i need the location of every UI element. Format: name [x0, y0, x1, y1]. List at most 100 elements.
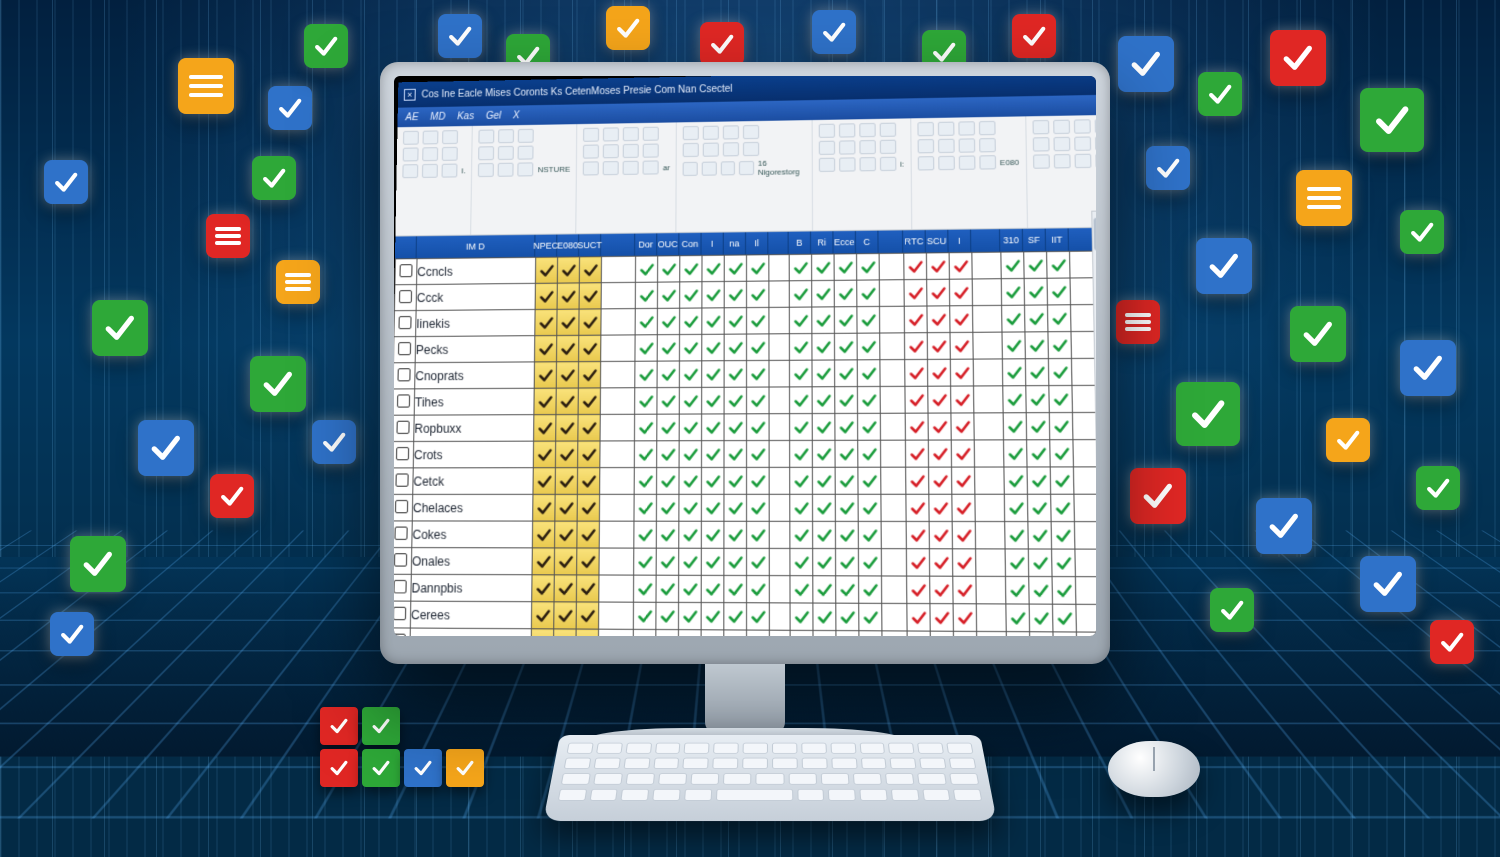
- ribbon-button[interactable]: [403, 147, 419, 161]
- check-cell[interactable]: [928, 386, 951, 413]
- check-cell[interactable]: [1002, 359, 1025, 386]
- ribbon-button[interactable]: [917, 122, 934, 136]
- ribbon-button[interactable]: [518, 129, 534, 143]
- check-cell[interactable]: [634, 468, 657, 495]
- check-cell[interactable]: [556, 388, 578, 415]
- row-name[interactable]: Ccncls: [417, 257, 536, 284]
- check-cell[interactable]: [858, 467, 881, 494]
- check-cell[interactable]: [1027, 467, 1051, 494]
- check-cell[interactable]: [950, 359, 973, 386]
- check-cell[interactable]: [857, 360, 880, 387]
- check-cell[interactable]: [906, 494, 929, 521]
- ribbon-button[interactable]: [879, 123, 895, 137]
- check-cell[interactable]: [835, 387, 858, 414]
- check-cell[interactable]: [1048, 332, 1072, 359]
- check-cell[interactable]: [1048, 358, 1072, 385]
- check-cell[interactable]: [579, 283, 601, 309]
- row-name[interactable]: Crocks: [410, 628, 532, 636]
- check-cell[interactable]: [812, 280, 835, 307]
- column-header[interactable]: IM D: [417, 235, 536, 258]
- check-cell[interactable]: [859, 576, 882, 603]
- check-cell[interactable]: [1053, 632, 1077, 636]
- check-cell[interactable]: [555, 468, 577, 495]
- check-cell[interactable]: [724, 467, 747, 494]
- ribbon-button[interactable]: [498, 163, 514, 177]
- check-cell[interactable]: [702, 361, 724, 388]
- check-cell[interactable]: [857, 253, 880, 280]
- scrollbar-thumb[interactable]: [1093, 218, 1096, 251]
- check-cell[interactable]: [747, 307, 769, 334]
- check-cell[interactable]: [952, 549, 975, 576]
- ribbon-button[interactable]: [403, 131, 419, 145]
- check-cell[interactable]: [1047, 278, 1070, 305]
- row-name[interactable]: Ropbuxx: [414, 415, 534, 442]
- check-cell[interactable]: [812, 387, 835, 414]
- check-cell[interactable]: [576, 629, 599, 636]
- check-cell[interactable]: [1047, 251, 1070, 278]
- check-cell[interactable]: [1052, 577, 1076, 605]
- check-cell[interactable]: [578, 414, 600, 441]
- check-cell[interactable]: [907, 631, 930, 636]
- check-cell[interactable]: [701, 630, 724, 636]
- table-row[interactable]: Tihes: [394, 385, 1096, 415]
- ribbon-group[interactable]: i:: [812, 118, 912, 230]
- check-cell[interactable]: [1002, 332, 1025, 359]
- ribbon-button[interactable]: [479, 129, 495, 143]
- ribbon-button[interactable]: [423, 130, 439, 144]
- ribbon-button[interactable]: [498, 146, 514, 160]
- check-cell[interactable]: [702, 441, 725, 468]
- check-cell[interactable]: [930, 631, 953, 636]
- column-header[interactable]: NPEC: [535, 235, 557, 257]
- check-cell[interactable]: [556, 414, 578, 441]
- check-cell[interactable]: [834, 280, 857, 307]
- check-cell[interactable]: [1004, 440, 1028, 467]
- check-cell[interactable]: [1052, 604, 1076, 632]
- ribbon-button[interactable]: [1094, 136, 1096, 150]
- row-checkbox[interactable]: [395, 259, 417, 285]
- check-cell[interactable]: [904, 253, 927, 280]
- ribbon-button[interactable]: [859, 157, 875, 171]
- spreadsheet-grid[interactable]: CcnclsCcckIinekisPecksCnopratsTihesRopbu…: [394, 250, 1096, 636]
- ribbon-button[interactable]: [683, 143, 699, 157]
- check-cell[interactable]: [635, 361, 657, 388]
- row-name[interactable]: Onales: [411, 548, 532, 575]
- ribbon-button[interactable]: [422, 147, 438, 161]
- check-cell[interactable]: [724, 308, 746, 335]
- check-cell[interactable]: [747, 548, 770, 575]
- ribbon-button[interactable]: [720, 161, 735, 175]
- check-cell[interactable]: [747, 281, 769, 308]
- check-cell[interactable]: [724, 548, 747, 575]
- row-name[interactable]: Pecks: [415, 336, 535, 363]
- ribbon-button[interactable]: [583, 145, 599, 159]
- ribbon-button[interactable]: [839, 157, 855, 171]
- row-checkbox[interactable]: [394, 337, 416, 363]
- check-cell[interactable]: [790, 440, 813, 467]
- check-cell[interactable]: [812, 333, 835, 360]
- check-cell[interactable]: [576, 575, 599, 602]
- check-cell[interactable]: [905, 359, 928, 386]
- check-cell[interactable]: [1024, 252, 1047, 279]
- check-cell[interactable]: [555, 521, 578, 548]
- check-cell[interactable]: [747, 603, 770, 630]
- row-name[interactable]: Cetck: [413, 468, 534, 495]
- check-cell[interactable]: [1051, 522, 1075, 549]
- check-cell[interactable]: [657, 282, 679, 308]
- check-cell[interactable]: [557, 309, 579, 335]
- check-cell[interactable]: [635, 282, 657, 308]
- check-cell[interactable]: [835, 467, 858, 494]
- check-cell[interactable]: [812, 440, 835, 467]
- ribbon-button[interactable]: [958, 138, 975, 152]
- row-name[interactable]: Cokes: [412, 521, 533, 548]
- check-cell[interactable]: [1027, 494, 1051, 521]
- check-cell[interactable]: [905, 386, 928, 413]
- ribbon-button[interactable]: [442, 147, 458, 161]
- check-cell[interactable]: [790, 467, 813, 494]
- check-cell[interactable]: [554, 575, 577, 602]
- ribbon-button[interactable]: [643, 144, 659, 158]
- check-cell[interactable]: [747, 387, 770, 414]
- check-cell[interactable]: [724, 334, 746, 361]
- row-checkbox[interactable]: [394, 363, 415, 389]
- check-cell[interactable]: [904, 279, 927, 306]
- check-cell[interactable]: [858, 413, 881, 440]
- check-cell[interactable]: [951, 413, 974, 440]
